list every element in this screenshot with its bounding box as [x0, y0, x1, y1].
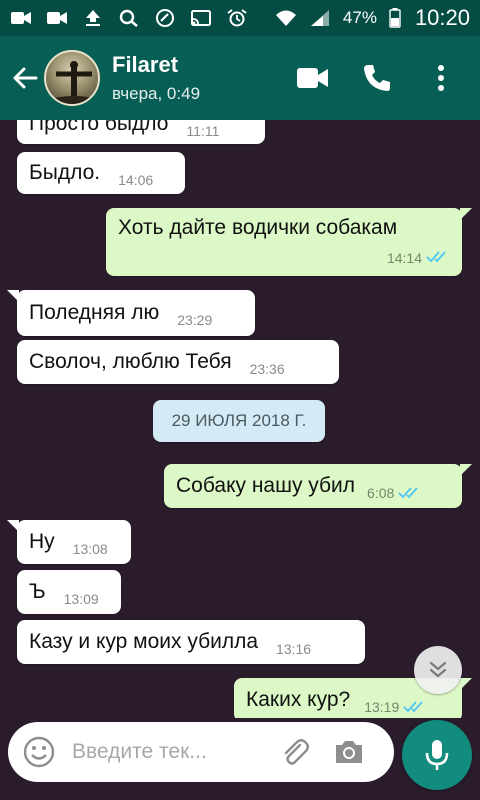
message-text: Каких кур?: [246, 688, 351, 711]
message-outgoing[interactable]: Хоть дайте водички собакам 14:14: [106, 208, 472, 276]
message-text: Сволоч, люблю Тебя: [29, 350, 232, 373]
message-incoming[interactable]: Поледняя лю 23:29: [7, 290, 255, 336]
message-time: 14:06: [118, 172, 154, 188]
message-incoming[interactable]: Ну 13:08: [7, 520, 131, 564]
message-text: Хоть дайте водички собакам: [118, 216, 398, 239]
read-receipt-icon: [398, 486, 422, 500]
more-options-icon[interactable]: [424, 61, 458, 95]
alarm-icon: [226, 9, 248, 27]
contact-info[interactable]: Filaret вчера, 0:49: [112, 52, 200, 104]
message-text: Казу и кур моих убилла: [29, 630, 259, 653]
message-time: 6:08: [367, 485, 395, 501]
message-text: Ну: [29, 530, 55, 553]
message-outgoing[interactable]: Собаку нашу убил 6:08: [164, 464, 472, 508]
battery-percentage: 47%: [342, 8, 377, 27]
video-icon: [10, 9, 32, 27]
microphone-icon: [423, 738, 451, 772]
message-time: 13:19: [364, 699, 400, 715]
chevron-down-icon: [427, 659, 449, 681]
wifi-icon: [275, 9, 297, 27]
message-time: 23:36: [249, 361, 285, 377]
attachment-icon[interactable]: [278, 735, 312, 769]
battery-icon: [389, 8, 401, 28]
message-text: Ъ: [29, 580, 46, 603]
video-icon: [46, 9, 68, 27]
read-receipt-icon: [426, 250, 450, 266]
scroll-to-bottom-button[interactable]: [414, 646, 462, 694]
emoji-icon[interactable]: [22, 735, 56, 769]
message-incoming[interactable]: Просто быдло 11:11: [17, 120, 265, 144]
chat-header: Filaret вчера, 0:49: [0, 36, 480, 120]
message-time: 14:14: [386, 250, 422, 266]
message-incoming[interactable]: Ъ 13:09: [17, 570, 121, 614]
message-text: Поледняя лю: [29, 301, 160, 324]
date-divider: 29 ИЮЛЯ 2018 Г.: [153, 400, 325, 442]
chat-area[interactable]: Просто быдло 11:11 Быдло. 14:06 Хоть дай…: [0, 120, 480, 718]
last-seen: вчера, 0:49: [112, 84, 201, 103]
avatar[interactable]: [44, 50, 100, 106]
message-text: Быдло.: [29, 161, 101, 184]
message-incoming[interactable]: Казу и кур моих убилла 13:16: [17, 620, 365, 664]
read-receipt-icon: [403, 700, 427, 714]
message-time: 13:09: [63, 591, 99, 607]
message-incoming[interactable]: Быдло. 14:06: [17, 152, 185, 194]
message-time: 13:08: [72, 541, 108, 557]
search-icon: [118, 9, 140, 27]
message-text: Собаку нашу убил: [176, 474, 356, 497]
camera-icon[interactable]: [332, 735, 366, 769]
sync-icon: [154, 9, 176, 27]
status-clock: 10:20: [414, 5, 470, 30]
back-arrow-icon[interactable]: [8, 58, 42, 98]
message-text: Просто быдло: [29, 120, 169, 135]
upload-icon: [82, 9, 104, 27]
phone-call-icon[interactable]: [360, 61, 394, 95]
voice-message-button[interactable]: [402, 720, 472, 790]
message-composer: [8, 722, 394, 782]
contact-name: Filaret: [112, 52, 179, 77]
message-time: 13:16: [276, 641, 312, 657]
message-time: 23:29: [177, 312, 213, 328]
cast-icon: [190, 9, 212, 27]
message-incoming[interactable]: Сволоч, люблю Тебя 23:36: [17, 340, 339, 384]
message-time: 11:11: [186, 123, 220, 139]
status-bar: 47% 10:20: [0, 0, 480, 36]
signal-icon: [309, 9, 331, 27]
video-call-icon[interactable]: [296, 61, 330, 95]
message-input[interactable]: [72, 740, 272, 764]
